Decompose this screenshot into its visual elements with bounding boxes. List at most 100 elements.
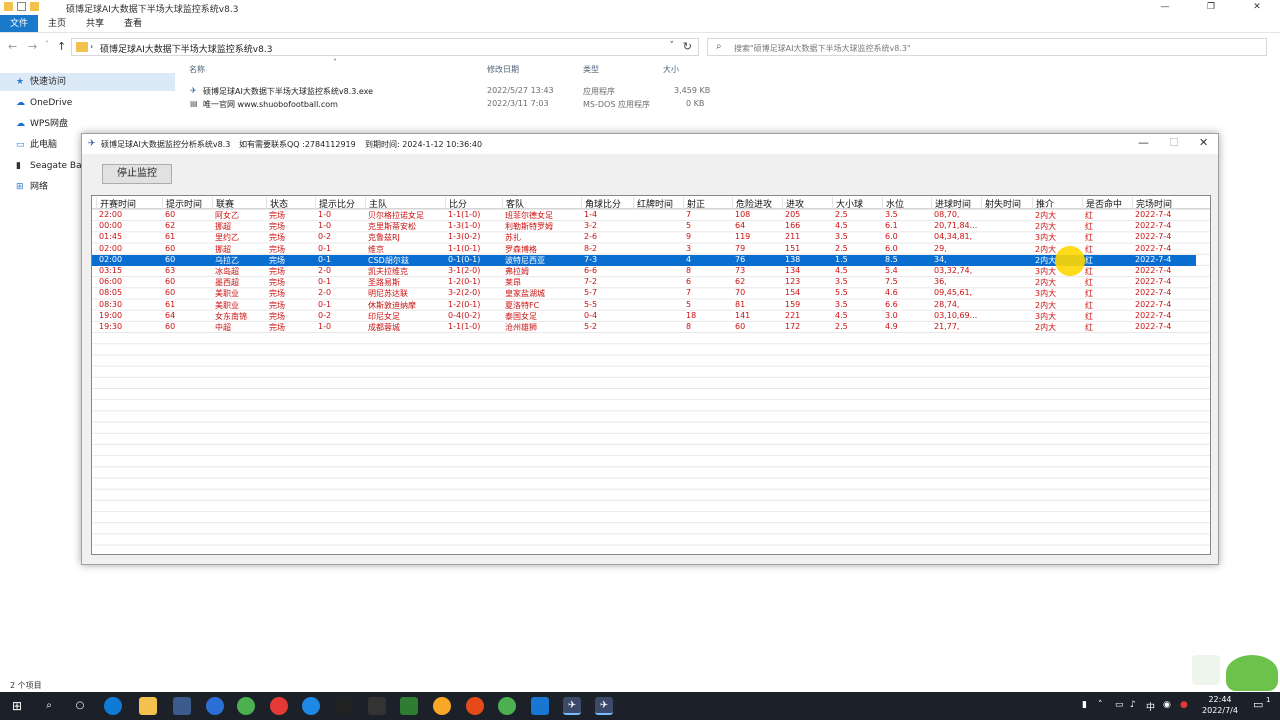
- column-header[interactable]: 比分: [445, 197, 467, 210]
- app-icon[interactable]: [336, 697, 354, 715]
- column-header[interactable]: 射正: [683, 197, 705, 210]
- search-icon[interactable]: ⌕: [40, 697, 58, 715]
- table-row[interactable]: 01:45 61 里约乙 完场 0-2 克鲁兹RJ 1-3(0-2) 苏扎 2-6 9 119 211…: [92, 232, 1196, 243]
- table-row[interactable]: 03:15 63 冰岛超 完场 2-0 凯夫拉维克 3-1(2-0) 弗拉姆 6-6 8 73 134…: [92, 266, 1196, 277]
- column-header-type[interactable]: 类型: [583, 64, 599, 78]
- app-icon[interactable]: [302, 697, 320, 715]
- app-icon[interactable]: [206, 697, 224, 715]
- back-icon[interactable]: ←: [8, 40, 17, 53]
- match-grid[interactable]: 开赛时间 提示时间 联赛 状态 提示比分 主队 比分 客队 角球比分 红牌时间 射正 危险进攻 进攻 大小…: [91, 195, 1211, 555]
- table-cell: 21,77,: [934, 322, 960, 331]
- column-header[interactable]: 提示比分: [315, 197, 355, 210]
- cloud-icon: ☁: [16, 119, 25, 129]
- column-header[interactable]: 危险进攻: [732, 197, 772, 210]
- table-cell: 5: [686, 221, 692, 231]
- tab-home[interactable]: 主页: [38, 15, 76, 32]
- nav-item-onedrive[interactable]: ☁ OneDrive: [0, 94, 175, 112]
- antivirus-icon[interactable]: ●: [1180, 700, 1188, 710]
- close-button[interactable]: ✕: [1234, 0, 1280, 15]
- file-row[interactable]: ✈ 硕博足球AI大数据下半场大球监控系统v8.3.exe 2022/5/27 1…: [188, 85, 718, 99]
- chevron-down-icon[interactable]: ˅: [670, 41, 675, 51]
- tab-share[interactable]: 共享: [76, 15, 114, 32]
- search-input[interactable]: ⌕ 搜索"硕博足球AI大数据下半场大球监控系统v8.3": [707, 38, 1267, 56]
- app-icon[interactable]: [466, 697, 484, 715]
- up-icon[interactable]: ↑: [57, 40, 66, 53]
- column-header[interactable]: 完场时间: [1132, 197, 1172, 210]
- table-cell: 2-0: [318, 266, 332, 275]
- volume-icon[interactable]: ♪: [1130, 700, 1136, 710]
- notification-icon[interactable]: ▭: [1253, 698, 1263, 711]
- forward-icon[interactable]: →: [28, 40, 37, 53]
- column-header[interactable]: 射失时间: [981, 197, 1021, 210]
- minimize-button[interactable]: —: [1142, 0, 1188, 15]
- ime-indicator[interactable]: 中: [1146, 700, 1155, 713]
- table-row[interactable]: 02:00 60 挪超 完场 0-1 维京 1-1(0-1) 罗森博格 8-2 3 79 151 2.5…: [92, 244, 1196, 255]
- column-header[interactable]: 大小球: [832, 197, 863, 210]
- file-row[interactable]: ▤ 唯一官网 www.shuobofootball.com 2022/3/11 …: [188, 98, 718, 112]
- column-header[interactable]: 进攻: [782, 197, 804, 210]
- file-explorer-icon[interactable]: [139, 697, 157, 715]
- tab-file[interactable]: 文件: [0, 15, 39, 32]
- table-cell: 印尼女足: [368, 311, 400, 321]
- app-icon[interactable]: [173, 697, 191, 715]
- column-header[interactable]: 联赛: [212, 197, 234, 210]
- breadcrumb[interactable]: 硕博足球AI大数据下半场大球监控系统v8.3: [100, 42, 272, 55]
- chrome-icon[interactable]: [498, 697, 516, 715]
- app-icon[interactable]: ✈: [563, 697, 581, 715]
- task-view-icon[interactable]: ○: [71, 697, 89, 715]
- nav-item-wps[interactable]: ☁ WPS网盘: [0, 115, 175, 133]
- app-icon[interactable]: [433, 697, 451, 715]
- chevron-down-icon[interactable]: ˅: [45, 40, 49, 49]
- column-header[interactable]: 进球时间: [931, 197, 971, 210]
- nav-item-quick-access[interactable]: ★ 快速访问: [0, 73, 175, 91]
- refresh-icon[interactable]: ↻: [683, 40, 692, 53]
- table-row[interactable]: 08:05 60 美职业 完场 2-0 明尼苏达联 3-2(2-0) 皇家盐湖城 5-7 7 70 1…: [92, 288, 1196, 299]
- table-cell: 61: [165, 232, 176, 242]
- column-header-date[interactable]: 修改日期: [487, 64, 519, 78]
- tray-overflow-icon[interactable]: ˄: [1098, 700, 1103, 710]
- address-bar[interactable]: › 硕博足球AI大数据下半场大球监控系统v8.3 ˅ ↻: [71, 38, 699, 56]
- network-icon[interactable]: ▭: [1115, 700, 1124, 710]
- column-header[interactable]: 开赛时间: [96, 197, 136, 210]
- tab-view[interactable]: 查看: [114, 15, 152, 32]
- qq-icon[interactable]: [368, 697, 386, 715]
- table-row[interactable]: 06:00 60 墨西超 完场 0-1 圣路易斯 1-2(0-1) 莱昂 7-2 6 62 123 3.…: [92, 277, 1196, 288]
- minimize-button[interactable]: —: [1138, 136, 1149, 149]
- table-row[interactable]: 19:00 64 女东南锦 完场 0-2 印尼女足 0-4(0-2) 泰国女足 0-4 18 141…: [92, 311, 1196, 322]
- checkbox-icon[interactable]: [17, 2, 26, 11]
- edge-icon[interactable]: [104, 697, 122, 715]
- column-header-size[interactable]: 大小: [663, 64, 679, 78]
- column-header[interactable]: 红牌时间: [633, 197, 673, 210]
- maximize-button[interactable]: ❐: [1188, 0, 1234, 15]
- tray-icon[interactable]: ◉: [1163, 700, 1171, 710]
- table-cell: 6.0: [885, 243, 898, 253]
- table-cell: 2022-7-4: [1135, 210, 1172, 219]
- app-icon[interactable]: [531, 697, 549, 715]
- column-header[interactable]: 水位: [882, 197, 904, 210]
- column-header-name[interactable]: 名称: [189, 64, 205, 78]
- column-header[interactable]: 主队: [365, 197, 387, 210]
- stop-monitor-button[interactable]: 停止监控: [102, 164, 172, 184]
- app-icon[interactable]: ✈: [595, 697, 613, 715]
- table-cell: 2022-7-4: [1135, 221, 1172, 231]
- browser-icon[interactable]: [237, 697, 255, 715]
- column-header[interactable]: 提示时间: [162, 197, 202, 210]
- table-cell: 2022-7-4: [1135, 288, 1172, 298]
- column-header[interactable]: 状态: [266, 197, 288, 210]
- column-header[interactable]: 客队: [502, 197, 524, 210]
- close-button[interactable]: ✕: [1199, 136, 1208, 149]
- table-row[interactable]: 00:00 62 挪超 完场 1-0 克里斯蒂安松 1-3(1-0) 利勒斯特罗姆 3-2 5 64…: [92, 221, 1196, 232]
- taskbar-clock[interactable]: 22:44 2022/7/4: [1197, 694, 1243, 716]
- netease-music-icon[interactable]: [270, 697, 288, 715]
- app-logo-icon: ✈: [88, 139, 96, 149]
- app-icon[interactable]: [400, 697, 418, 715]
- column-header[interactable]: 推介: [1032, 197, 1054, 210]
- start-icon[interactable]: ⊞: [8, 697, 26, 715]
- column-header[interactable]: 是否命中: [1082, 197, 1122, 210]
- column-header[interactable]: 角球比分: [581, 197, 621, 210]
- table-row[interactable]: 19:30 60 中超 完场 1-0 成都蓉城 1-1(1-0) 沧州雄狮 5-2 8 60 172 2…: [92, 322, 1196, 333]
- table-row[interactable]: 08:30 61 美职业 完场 0-1 休斯敦迪纳摩 1-2(0-1) 夏洛特FC 5-5 5 81…: [92, 300, 1196, 311]
- microphone-icon[interactable]: ▮: [1082, 700, 1087, 710]
- table-row[interactable]: 22:00 60 阿女乙 完场 1-0 贝尔格拉诺女足 1-1(1-0) 班菲尔德女足 1-4 7…: [92, 210, 1196, 221]
- table-row[interactable]: 02:00 60 乌拉乙 完场 0-1 CSD胡尔玆 0-1(0-1) 波特尼西亚 7-3 4 76…: [92, 254, 1196, 266]
